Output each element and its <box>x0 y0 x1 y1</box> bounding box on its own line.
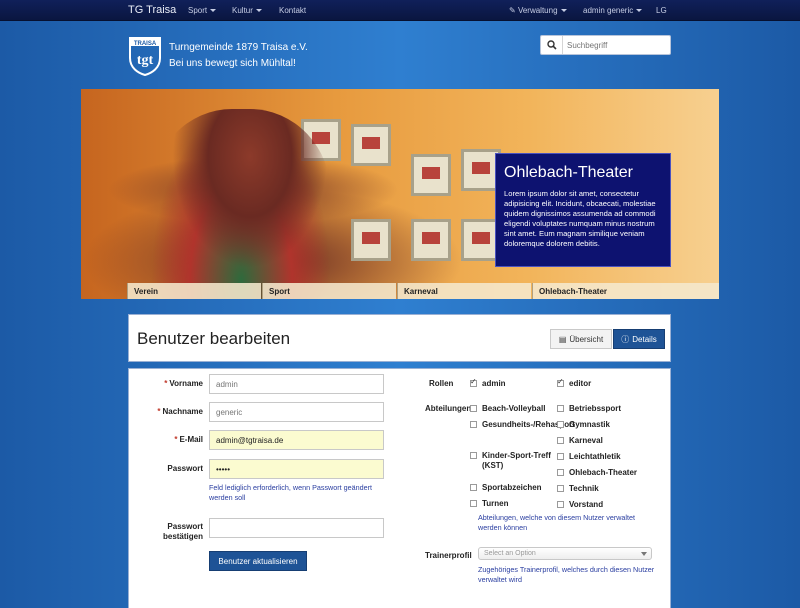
page-title: Benutzer bearbeiten <box>137 329 291 348</box>
hero-banner: Ohlebach-Theater Lorem ipsum dolor sit a… <box>81 89 719 299</box>
search-box <box>540 35 671 55</box>
chevron-down-icon <box>210 9 217 13</box>
nachname-field[interactable] <box>209 402 384 422</box>
club-logo[interactable]: TRAISA tgt <box>128 36 162 77</box>
caption-text: Lorem ipsum dolor sit amet, consectetur … <box>504 189 656 248</box>
search-button[interactable] <box>541 36 563 54</box>
nav-item-verwaltung[interactable]: ✎ Verwaltung <box>509 6 567 15</box>
dept-checkbox[interactable] <box>557 485 564 492</box>
role-admin-checkbox[interactable] <box>470 377 477 387</box>
overview-button[interactable]: ▤ Übersicht <box>550 329 612 349</box>
navbar-brand[interactable]: TG Traisa <box>128 4 176 16</box>
banner-tabs: Verein Sport Karneval Ohlebach-Theater <box>81 283 719 299</box>
dept-checkbox[interactable] <box>557 453 564 460</box>
password-help: Feld lediglich erforderlich, wenn Passwo… <box>209 483 372 502</box>
wrench-icon: ✎ <box>509 6 518 15</box>
search-icon <box>546 40 557 50</box>
caption-title: Ohlebach-Theater <box>504 164 633 181</box>
nachname-label: * Nachname <box>157 407 203 416</box>
vorname-field[interactable] <box>209 374 384 394</box>
dept-label: Karneval <box>569 436 603 445</box>
abteilungen-help: Abteilungen, welche von diesem Nutzer ve… <box>478 513 636 532</box>
dept-label: Vorstand <box>569 500 604 509</box>
dept-label: Betriebssport <box>569 404 622 413</box>
dept-label: Turnen <box>482 499 509 508</box>
site-title: Turngemeinde 1879 Traisa e.V. <box>169 42 308 53</box>
dept-checkbox[interactable] <box>470 452 477 459</box>
dept-checkbox[interactable] <box>557 437 564 444</box>
search-input[interactable] <box>567 38 667 52</box>
dept-checkbox[interactable] <box>557 501 564 508</box>
dept-label: Technik <box>569 484 599 493</box>
dept-label: Gesundheits-/Rehasport <box>482 420 575 429</box>
dept-label: Leichtathletik <box>569 452 621 461</box>
password-confirm-label: Passwort bestätigen <box>162 522 203 541</box>
rollen-label: Rollen <box>429 379 454 388</box>
email-label: * E-Mail <box>174 435 203 444</box>
role-editor-label: editor <box>569 379 592 388</box>
nav-item-logout[interactable]: LG <box>656 6 667 15</box>
banner-tab-sport[interactable]: Sport <box>262 283 396 299</box>
nav-item-user[interactable]: admin generic <box>583 6 643 15</box>
chevron-down-icon <box>636 9 643 13</box>
dept-label: Sportabzeichen <box>482 483 542 492</box>
trainerprofil-select[interactable]: Select an Option <box>478 547 652 560</box>
wall-picture <box>351 124 391 166</box>
banner-photo-person <box>151 109 331 299</box>
site-slogan: Bei uns bewegt sich Mühltal! <box>169 58 296 69</box>
chevron-down-icon <box>560 9 567 13</box>
top-navbar: TG Traisa Sport Kultur Kontakt ✎ Verwalt… <box>0 0 800 21</box>
banner-caption: Ohlebach-Theater Lorem ipsum dolor sit a… <box>495 153 671 267</box>
abteilungen-label: Abteilungen <box>425 404 472 413</box>
dept-checkbox[interactable] <box>470 500 477 507</box>
logo-mark: tgt <box>137 53 154 68</box>
nav-item-kultur[interactable]: Kultur <box>232 6 262 15</box>
edit-user-form: *Vorname *Nachname *E-Mail Passwort Feld… <box>128 368 671 608</box>
details-button[interactable]: ⓘ Details <box>613 329 665 349</box>
dept-checkbox[interactable] <box>470 484 477 491</box>
nav-item-kontakt[interactable]: Kontakt <box>279 6 306 15</box>
wall-picture <box>351 219 391 261</box>
dept-label: Gymnastik <box>569 420 610 429</box>
wall-picture <box>411 219 451 261</box>
list-icon: ▤ <box>558 334 567 344</box>
banner-tab-verein[interactable]: Verein <box>127 283 261 299</box>
nav-item-sport[interactable]: Sport <box>188 6 217 15</box>
banner-tab-karneval[interactable]: Karneval <box>397 283 531 299</box>
dept-label: Kinder-Sport-Treff (KST) <box>482 451 551 470</box>
update-user-button[interactable]: Benutzer aktualisieren <box>209 551 307 571</box>
chevron-down-icon <box>255 9 262 13</box>
trainerprofil-help: Zugehöriges Trainerprofil, welches durch… <box>478 565 655 584</box>
role-admin-label: admin <box>482 379 506 388</box>
dept-checkbox[interactable] <box>557 469 564 476</box>
dept-label: Ohlebach-Theater <box>569 468 638 477</box>
dept-checkbox[interactable] <box>470 405 477 412</box>
dept-checkbox[interactable] <box>557 405 564 412</box>
info-icon: ⓘ <box>621 334 630 344</box>
chevron-down-icon <box>641 552 647 556</box>
vorname-label: * Vorname <box>164 379 203 388</box>
dept-checkbox[interactable] <box>557 421 564 428</box>
trainerprofil-label: Trainerprofil <box>425 551 472 560</box>
role-editor-checkbox[interactable] <box>557 377 564 387</box>
email-field[interactable] <box>209 430 384 450</box>
password-field[interactable] <box>209 459 384 479</box>
password-confirm-field[interactable] <box>209 518 384 538</box>
banner-tab-ohlebach-theater[interactable]: Ohlebach-Theater <box>532 283 719 299</box>
logo-text: TRAISA <box>134 41 157 47</box>
wall-picture <box>411 154 451 196</box>
dept-checkbox[interactable] <box>470 421 477 428</box>
dept-label: Beach-Volleyball <box>482 404 546 413</box>
page-header-card: Benutzer bearbeiten ▤ Übersicht ⓘ Detail… <box>128 314 671 362</box>
passwort-label: Passwort <box>167 464 203 473</box>
